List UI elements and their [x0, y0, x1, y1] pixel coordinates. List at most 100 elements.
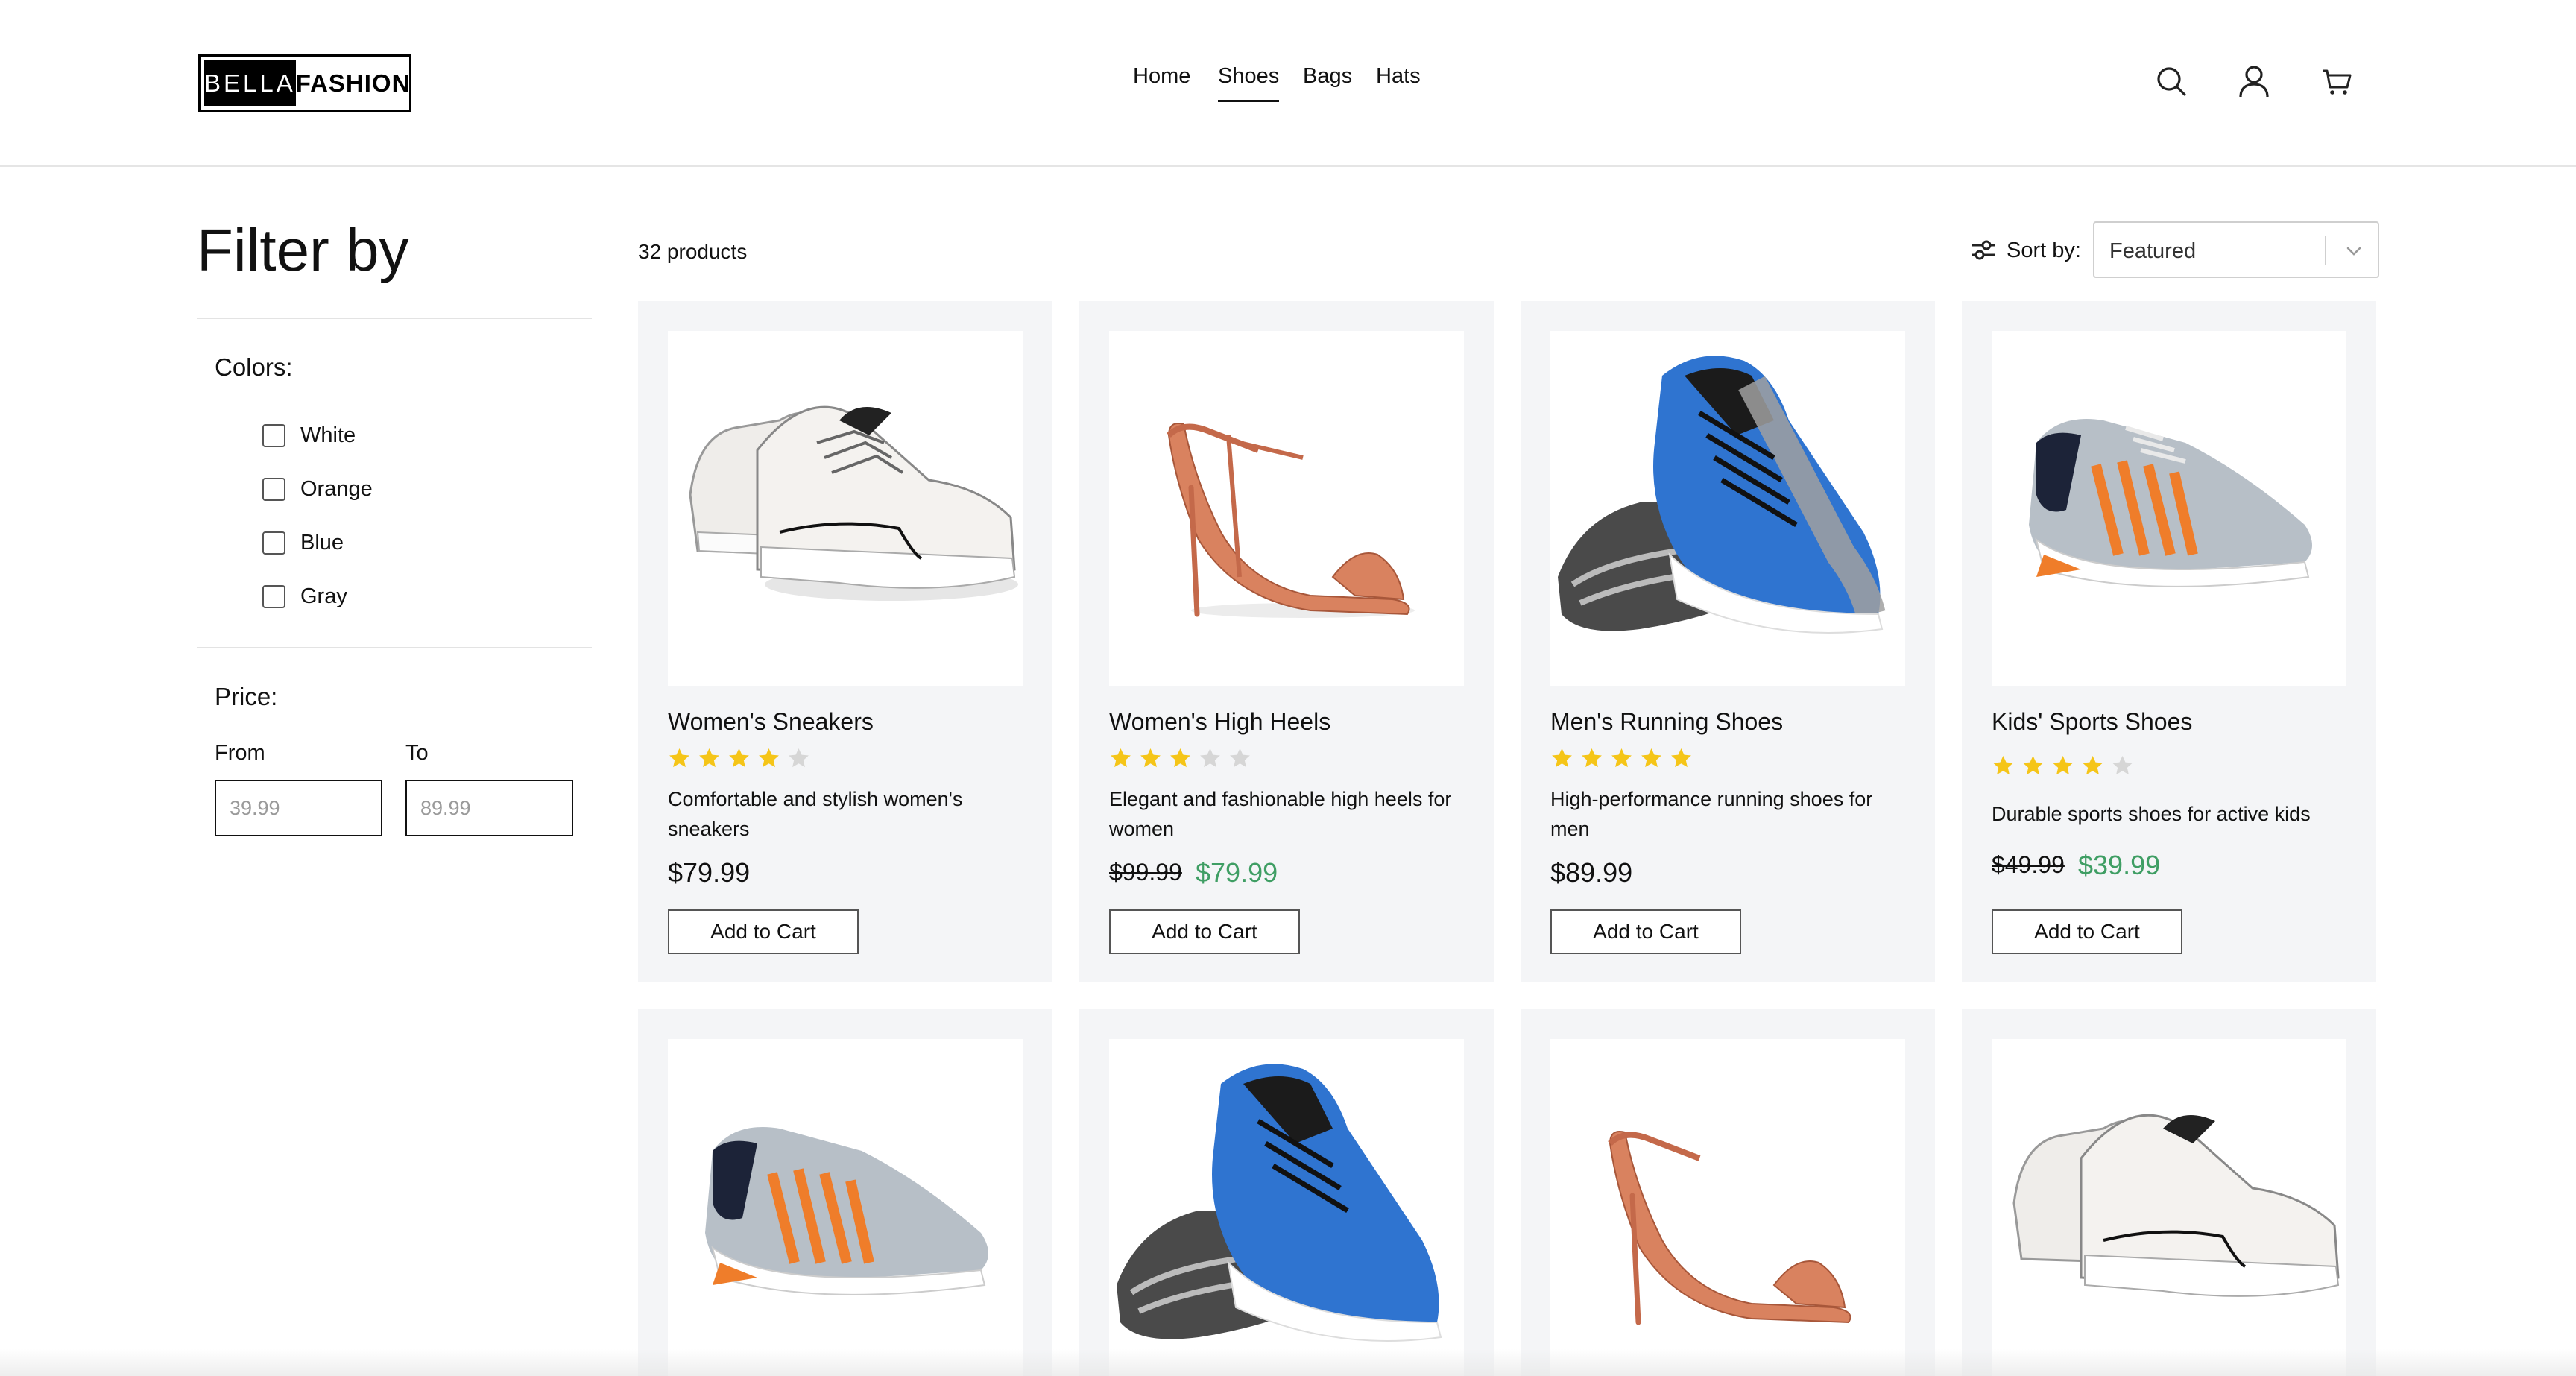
add-to-cart-button[interactable]: Add to Cart — [1992, 909, 2182, 954]
product-image[interactable] — [668, 1039, 1023, 1376]
star-filled-icon — [2083, 755, 2103, 775]
star-filled-icon — [2023, 755, 2043, 775]
color-label: Orange — [300, 477, 373, 501]
price-from-label: From — [215, 741, 265, 765]
product-card: Women's High Heels Elegant and fashionab… — [1079, 301, 1494, 982]
colors-title: Colors: — [215, 353, 293, 381]
cart-button[interactable] — [2317, 61, 2357, 101]
product-price: $79.99 — [668, 857, 751, 888]
product-image[interactable] — [668, 331, 1023, 686]
star-filled-icon — [759, 748, 779, 768]
nav-home[interactable]: Home — [1133, 64, 1190, 89]
checkbox[interactable] — [262, 424, 285, 447]
star-filled-icon — [1611, 748, 1632, 768]
star-empty-icon — [1200, 748, 1220, 768]
divider — [197, 318, 592, 319]
original-price: $99.99 — [1109, 859, 1182, 886]
original-price: $49.99 — [1992, 851, 2065, 878]
nav-bags[interactable]: Bags — [1303, 64, 1352, 89]
running-shoe-blue-image — [1558, 356, 1886, 634]
search-button[interactable] — [2151, 61, 2191, 101]
high-heel-image — [1608, 1131, 1852, 1325]
product-image[interactable] — [1109, 331, 1464, 686]
add-to-cart-button[interactable]: Add to Cart — [1550, 909, 1741, 954]
site-header: BELLA FASHION Home Shoes Bags Hats — [0, 0, 2576, 167]
color-label: White — [300, 423, 356, 447]
product-image[interactable] — [1992, 331, 2346, 686]
star-filled-icon — [1552, 748, 1572, 768]
star-filled-icon — [1170, 748, 1190, 768]
add-to-cart-button[interactable]: Add to Cart — [668, 909, 859, 954]
product-price: $89.99 — [1550, 857, 1633, 888]
product-card: Women's Sneakers Comfortable and stylish… — [638, 301, 1052, 982]
product-name[interactable]: Kids' Sports Shoes — [1992, 708, 2192, 736]
running-shoe-blue-image — [1117, 1064, 1442, 1342]
star-filled-icon — [1671, 748, 1691, 768]
product-name[interactable]: Women's High Heels — [1109, 708, 1330, 736]
product-image[interactable] — [1550, 1039, 1905, 1376]
user-icon — [2239, 66, 2269, 98]
star-filled-icon — [2053, 755, 2073, 775]
chevron-down-icon — [2346, 247, 2361, 256]
product-card — [1079, 1009, 1494, 1376]
star-filled-icon — [1111, 748, 1131, 768]
kids-sports-shoe-image — [2029, 419, 2312, 587]
rating-stars — [668, 747, 810, 770]
product-count: 32 products — [638, 240, 748, 263]
nav-hats[interactable]: Hats — [1376, 64, 1421, 89]
sliders-icon — [1972, 240, 1995, 260]
account-button[interactable] — [2234, 61, 2274, 101]
product-description: Durable sports shoes for active kids — [1992, 803, 2311, 825]
checkbox[interactable] — [262, 478, 285, 501]
star-empty-icon — [789, 748, 809, 768]
color-option-blue[interactable]: Blue — [262, 531, 344, 555]
cart-icon — [2323, 69, 2352, 95]
star-empty-icon — [1230, 748, 1250, 768]
product-description: Comfortable and stylish women's sneakers — [668, 788, 963, 840]
divider — [197, 647, 592, 648]
product-image[interactable] — [1109, 1039, 1464, 1376]
bottom-fade — [0, 1349, 2576, 1376]
sale-price: $79.99 — [1196, 857, 1278, 888]
high-heel-image — [1167, 423, 1415, 618]
star-filled-icon — [729, 748, 749, 768]
star-empty-icon — [2112, 755, 2133, 775]
checkbox[interactable] — [262, 531, 285, 555]
checkbox[interactable] — [262, 585, 285, 608]
price-to-input[interactable] — [405, 780, 573, 836]
star-filled-icon — [699, 748, 719, 768]
logo-part-1: BELLA — [204, 60, 296, 106]
product-image[interactable] — [1550, 331, 1905, 686]
product-card — [638, 1009, 1052, 1376]
product-image[interactable] — [1992, 1039, 2346, 1376]
product-description: Elegant and fashionable high heels for w… — [1109, 788, 1452, 840]
color-label: Blue — [300, 531, 344, 555]
add-to-cart-button[interactable]: Add to Cart — [1109, 909, 1300, 954]
rating-stars — [1550, 747, 1693, 770]
color-option-orange[interactable]: Orange — [262, 477, 373, 502]
product-name[interactable]: Men's Running Shoes — [1550, 708, 1783, 736]
star-filled-icon — [1582, 748, 1602, 768]
price-from-input[interactable] — [215, 780, 382, 836]
star-filled-icon — [1993, 755, 2013, 775]
product-card — [1521, 1009, 1935, 1376]
nav-shoes[interactable]: Shoes — [1218, 64, 1280, 102]
search-icon — [2157, 67, 2186, 96]
sneaker-white-image — [689, 405, 1018, 601]
product-name[interactable]: Women's Sneakers — [668, 708, 874, 736]
color-option-white[interactable]: White — [262, 423, 356, 448]
product-card: Kids' Sports Shoes Durable sports shoes … — [1962, 301, 2376, 982]
sort-value: Featured — [2109, 239, 2197, 263]
price-to-label: To — [405, 741, 429, 765]
logo-part-2: FASHION — [295, 69, 411, 97]
product-card — [1962, 1009, 2376, 1376]
price-title: Price: — [215, 683, 278, 710]
sale-price: $39.99 — [2078, 850, 2161, 880]
select-separator — [2325, 236, 2326, 265]
color-option-gray[interactable]: Gray — [262, 584, 347, 609]
product-card: Men's Running Shoes High-performance run… — [1521, 301, 1935, 982]
sort-select[interactable]: Featured — [2093, 221, 2379, 278]
rating-stars — [1109, 747, 1251, 770]
brand-logo[interactable]: BELLA FASHION — [198, 54, 411, 112]
color-label: Gray — [300, 584, 347, 608]
